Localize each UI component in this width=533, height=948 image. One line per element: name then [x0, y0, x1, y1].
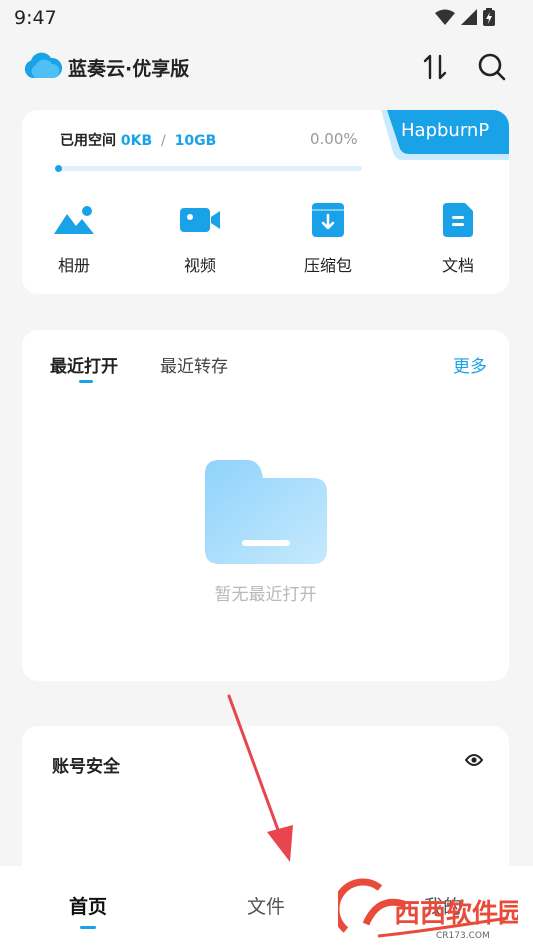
watermark-subtext: CR173.COM	[436, 931, 490, 940]
annotation-arrow	[227, 694, 293, 862]
watermark-text: 西西软件园	[394, 899, 518, 929]
watermark-logo: 西西软件园 CR173.COM	[332, 878, 524, 941]
